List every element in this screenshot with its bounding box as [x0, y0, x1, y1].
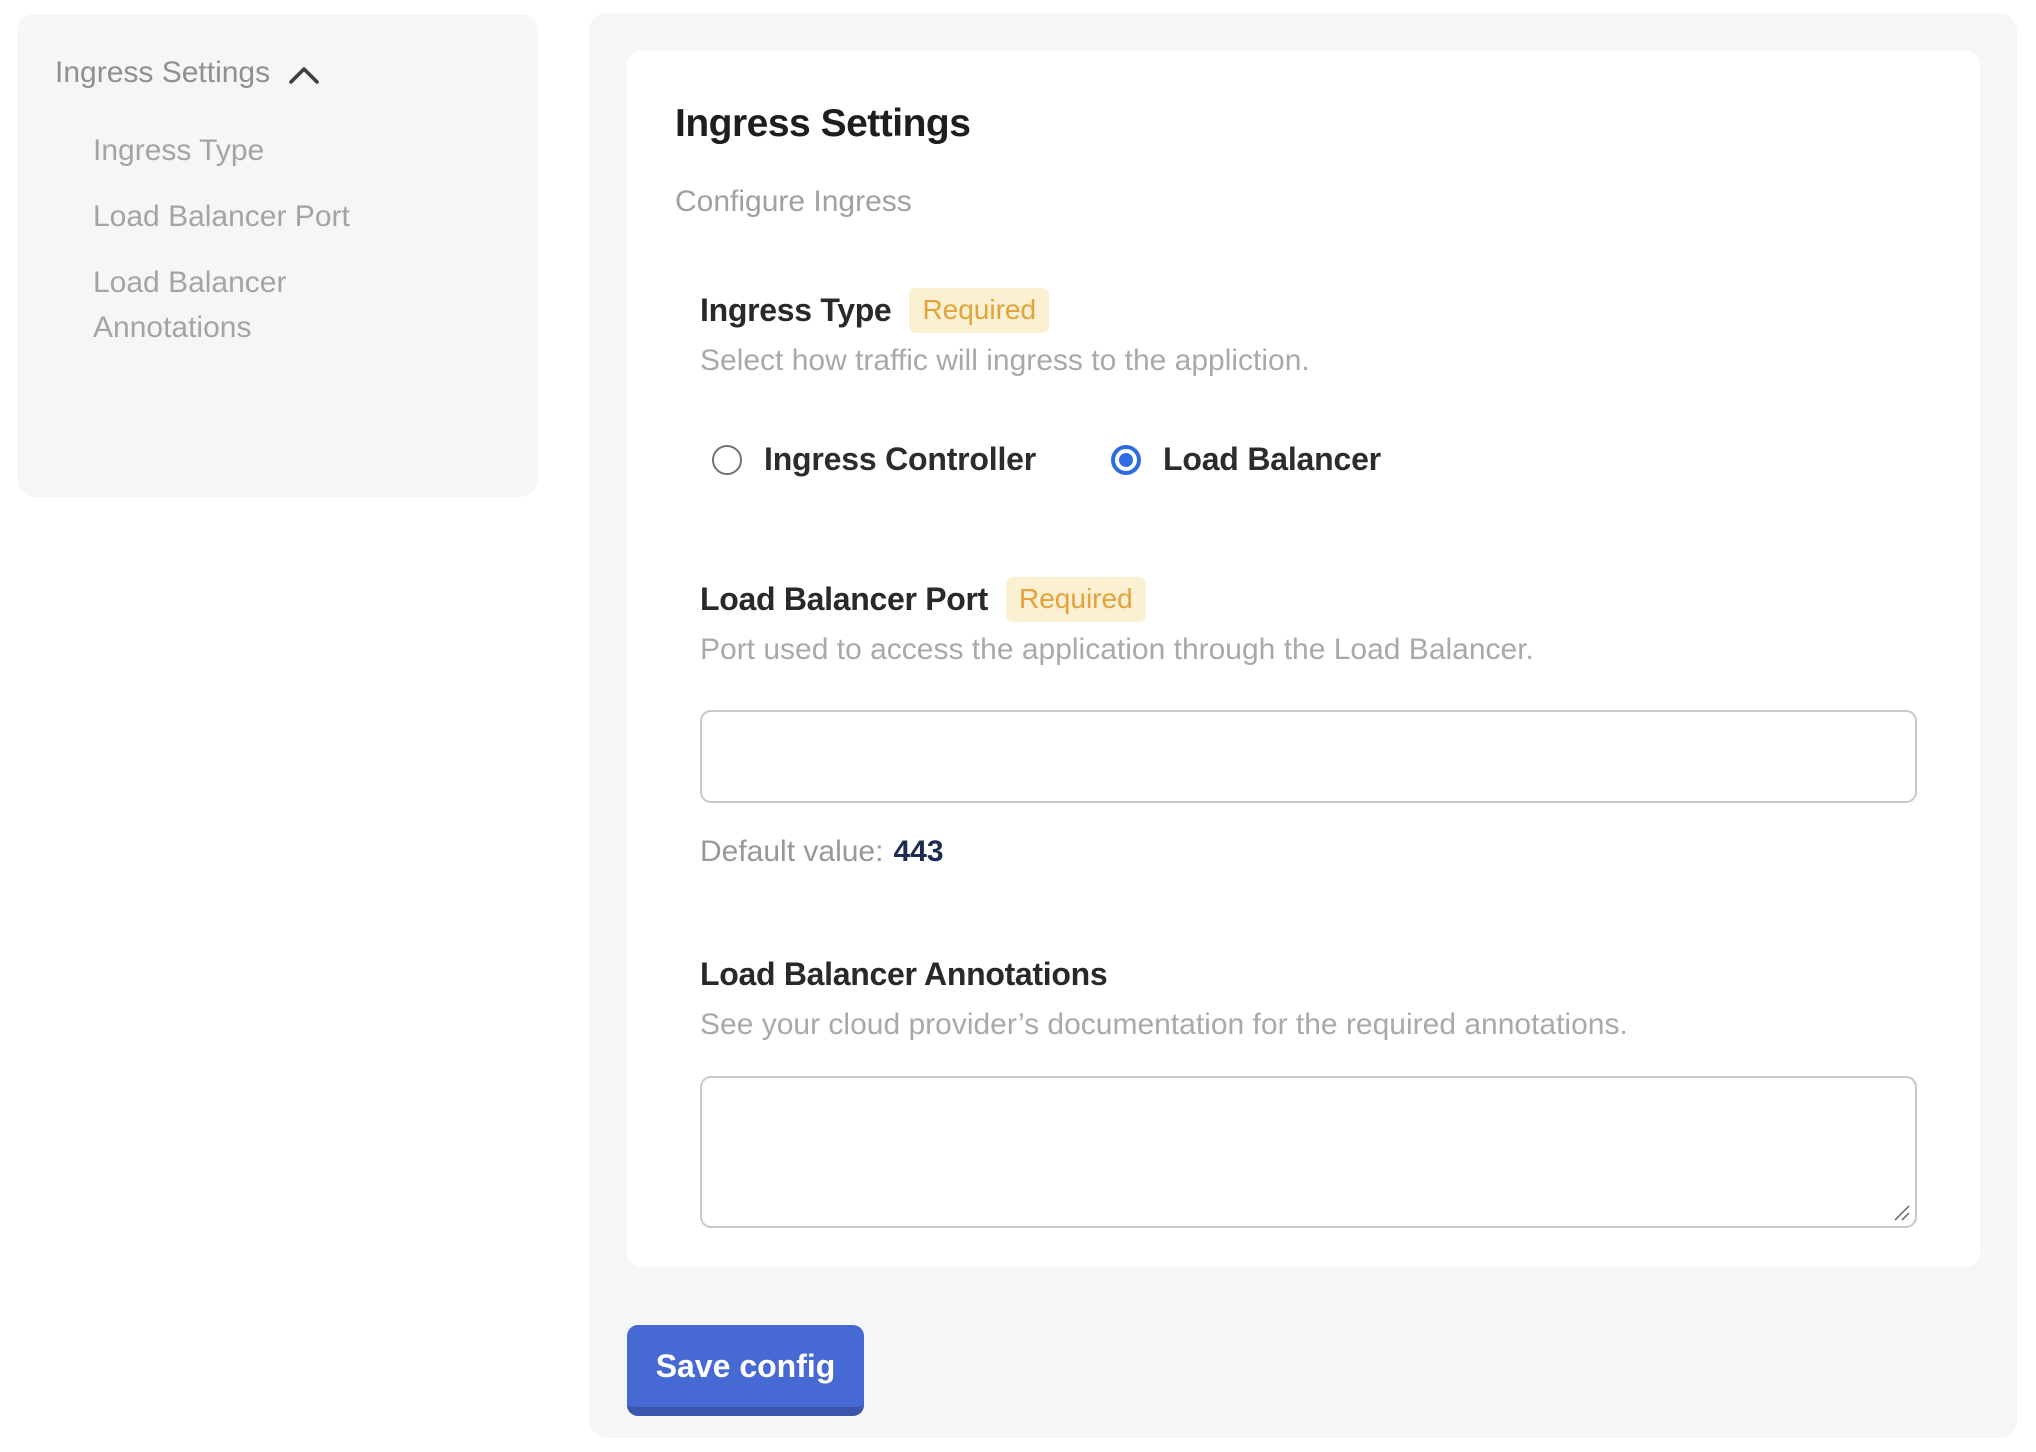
load-balancer-port-description: Port used to access the application thro… — [700, 632, 1924, 668]
load-balancer-annotations-textarea[interactable] — [700, 1076, 1917, 1228]
page-subtitle: Configure Ingress — [675, 187, 1924, 217]
sidebar-item-ingress-type[interactable]: Ingress Type — [93, 128, 423, 173]
save-config-button[interactable]: Save config — [627, 1325, 864, 1416]
settings-card: Ingress Settings Configure Ingress Ingre… — [627, 51, 1980, 1267]
load-balancer-port-title: Load Balancer Port — [700, 581, 988, 618]
sidebar-item-load-balancer-annotations[interactable]: Load Balancer Annotations — [93, 260, 423, 350]
sidebar-item-ingress-settings[interactable]: Ingress Settings — [55, 52, 508, 94]
section-title-row: Load Balancer Port Required — [700, 576, 1924, 622]
load-balancer-port-input[interactable] — [700, 710, 1917, 803]
default-value: 443 — [893, 835, 943, 868]
form-sections: Ingress Type Required Select how traffic… — [700, 287, 1924, 1228]
resize-handle-icon[interactable] — [1894, 1205, 1910, 1221]
sidebar-item-load-balancer-port[interactable]: Load Balancer Port — [93, 194, 423, 239]
page-title: Ingress Settings — [675, 103, 1924, 145]
radio-selected-icon[interactable] — [1111, 445, 1141, 475]
chevron-up-icon — [288, 66, 320, 85]
ingress-type-description: Select how traffic will ingress to the a… — [700, 343, 1924, 379]
radio-label-load-balancer[interactable]: Load Balancer — [1163, 441, 1381, 478]
section-title-row: Load Balancer Annotations — [700, 951, 1924, 997]
annotations-textarea-wrap — [700, 1076, 1917, 1228]
section-title-row: Ingress Type Required — [700, 287, 1924, 333]
radio-option-ingress-controller[interactable]: Ingress Controller — [712, 441, 1036, 478]
section-load-balancer-port: Load Balancer Port Required Port used to… — [700, 576, 1924, 869]
radio-unselected-icon[interactable] — [712, 445, 742, 475]
sidebar-subitems: Ingress Type Load Balancer Port Load Bal… — [93, 128, 423, 350]
default-value-label: Default value: — [700, 835, 883, 868]
radio-option-load-balancer[interactable]: Load Balancer — [1111, 441, 1381, 478]
ingress-type-radio-group: Ingress Controller Load Balancer — [700, 441, 1924, 478]
required-badge: Required — [909, 288, 1049, 333]
ingress-type-title: Ingress Type — [700, 292, 891, 329]
load-balancer-annotations-description: See your cloud provider’s documentation … — [700, 1007, 1924, 1043]
section-ingress-type: Ingress Type Required Select how traffic… — [700, 287, 1924, 478]
sidebar-parent-label: Ingress Settings — [55, 56, 270, 90]
section-load-balancer-annotations: Load Balancer Annotations See your cloud… — [700, 951, 1924, 1228]
required-badge: Required — [1006, 577, 1146, 622]
main-panel: Ingress Settings Configure Ingress Ingre… — [589, 13, 2017, 1438]
load-balancer-annotations-title: Load Balancer Annotations — [700, 956, 1107, 993]
sidebar: Ingress Settings Ingress Type Load Balan… — [17, 14, 538, 497]
radio-label-ingress-controller[interactable]: Ingress Controller — [764, 441, 1036, 478]
default-value-row: Default value: 443 — [700, 835, 1924, 869]
